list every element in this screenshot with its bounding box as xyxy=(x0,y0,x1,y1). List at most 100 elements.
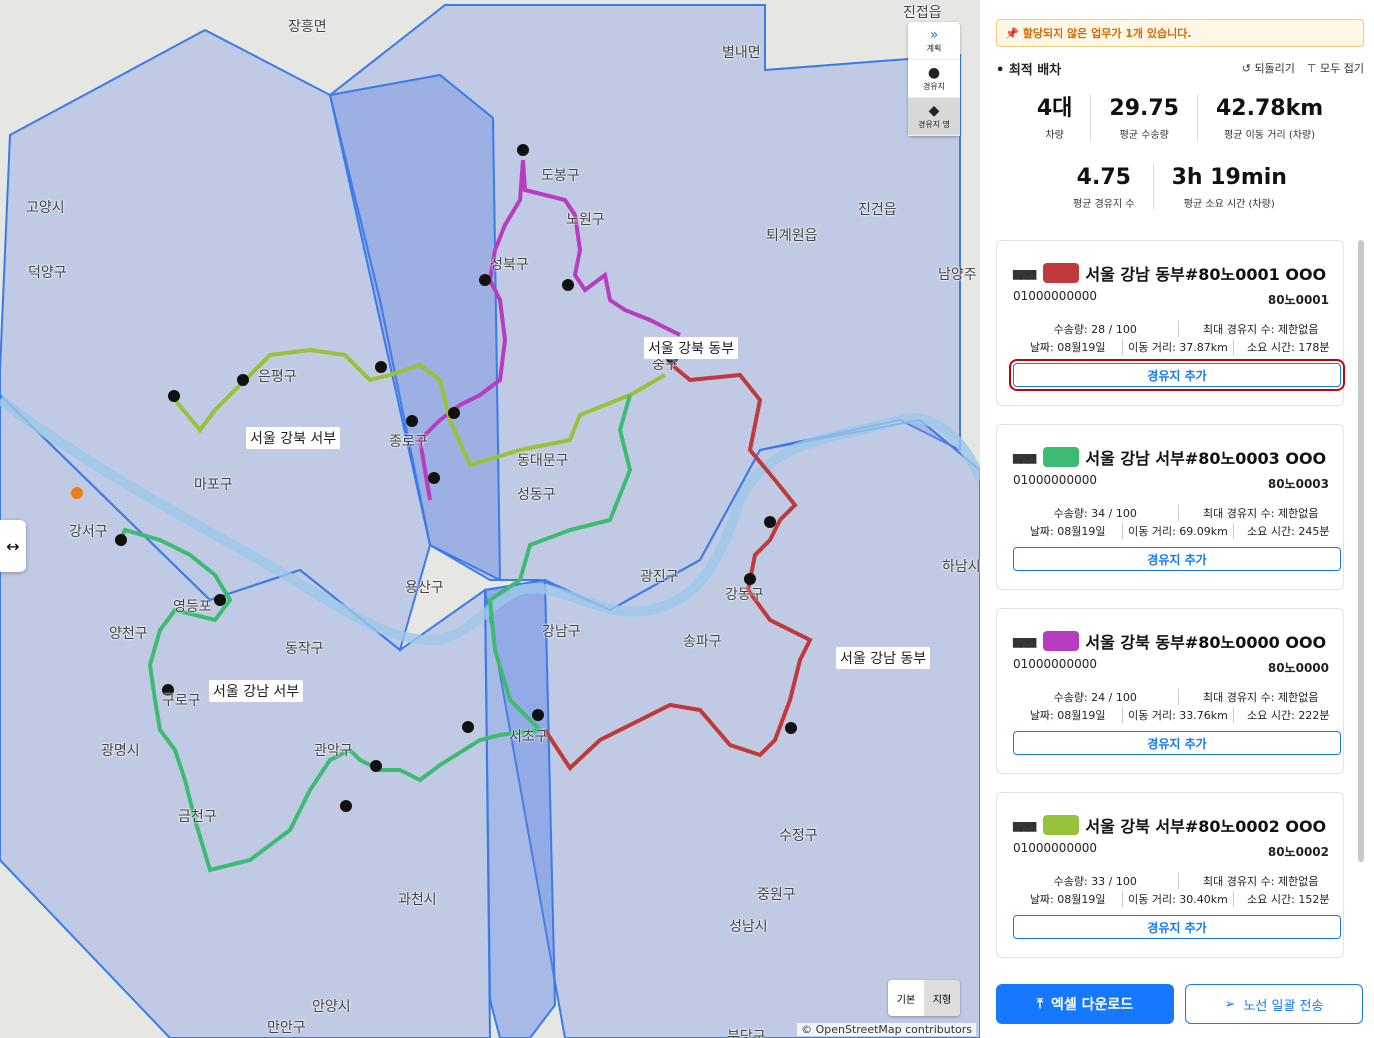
bus-icon: ▆▆▆ xyxy=(1013,634,1036,648)
place-label: 강동구 xyxy=(725,587,764,603)
place-label: 종로구 xyxy=(389,434,428,450)
summary-stats: 4대 차량 29.75 평균 수송량 42.78km 평균 이동 거리 (차량) 4.… xyxy=(996,94,1364,210)
date-info: 날짜: 08월19일 xyxy=(1029,341,1106,354)
stat-vehicles: 4대 차량 xyxy=(1036,96,1073,141)
max-waypoints-info: 최대 경유지 수: 제한없음 xyxy=(1177,321,1344,337)
undo-icon: ↺ xyxy=(1241,62,1251,75)
layer-basic-button[interactable]: 기본 xyxy=(888,980,924,1016)
unassigned-alert: 📌 할당되지 않은 업무가 1개 있습니다. xyxy=(996,19,1364,47)
place-label: 영등포 xyxy=(173,599,212,615)
bus-icon: ▆▆▆ xyxy=(1013,818,1036,832)
region-label: 서울 강북 동부 xyxy=(644,337,739,359)
place-label: 성남시 xyxy=(729,919,768,935)
stat-avg-distance: 42.78km 평균 이동 거리 (차량) xyxy=(1197,94,1341,141)
place-label: 덕양구 xyxy=(28,265,67,281)
add-waypoint-button[interactable]: 경유지 추가 xyxy=(1013,547,1341,571)
route-map[interactable]: 진접읍 장흥면 별내면 고양시 덕양구 도봉구 노원구 성북구 진건읍 퇴계원읍… xyxy=(0,0,980,1038)
vehicle-card[interactable]: ▆▆▆ 서울 강남 동부#80노0001 OOO 01000000000 80노… xyxy=(996,240,1345,406)
place-label: 수정구 xyxy=(779,828,818,844)
plate-number: 80노0003 xyxy=(1267,477,1329,491)
plan-toggle[interactable]: » 계획 xyxy=(908,22,960,60)
revert-button[interactable]: ↺ 되돌리기 xyxy=(1242,60,1295,76)
driver-phone: 01000000000 xyxy=(1013,841,1097,855)
plan-icon: » xyxy=(929,27,939,43)
place-label: 고양시 xyxy=(26,200,65,216)
vehicle-card[interactable]: ▆▆▆ 서울 강북 서부#80노0002 OOO 01000000000 80노… xyxy=(996,792,1344,958)
add-waypoint-button[interactable]: 경유지 추가 xyxy=(1013,731,1341,755)
plate-number: 80노0002 xyxy=(1267,845,1329,859)
map-pin-icon: ● xyxy=(927,65,941,81)
map-attribution[interactable]: © OpenStreetMap contributors xyxy=(797,1023,976,1036)
place-label: 관악구 xyxy=(314,743,353,759)
resize-arrows-icon: ↔ xyxy=(6,536,20,556)
route-color-swatch xyxy=(1043,447,1080,467)
stat-avg-load: 29.75 평균 수송량 xyxy=(1090,94,1197,141)
map-canvas xyxy=(0,0,980,1038)
bus-icon: ▆▆▆ xyxy=(1013,450,1036,464)
time-info: 소요 시간: 245분 xyxy=(1232,523,1343,539)
max-waypoints-info: 최대 경유지 수: 제한없음 xyxy=(1177,505,1344,521)
place-label: 구로구 xyxy=(162,693,201,709)
place-label: 남양주 xyxy=(938,267,977,283)
vehicle-title: 서울 강남 서부#80노0003 OOO xyxy=(1085,449,1327,468)
driver-phone: 01000000000 xyxy=(1013,657,1097,671)
route-color-swatch xyxy=(1043,815,1080,835)
load-info: 수송량: 34 / 100 xyxy=(1053,507,1137,520)
place-label: 만안구 xyxy=(267,1020,306,1036)
map-layer-toggle: 기본 지형 xyxy=(888,980,960,1016)
driver-phone: 01000000000 xyxy=(1013,289,1097,303)
place-label: 강서구 xyxy=(69,524,108,540)
section-title: • 최적 배차 xyxy=(996,62,1062,78)
add-waypoint-button[interactable]: 경유지 추가 xyxy=(1009,359,1345,391)
place-label: 서초구 xyxy=(509,729,548,745)
place-label: 동작구 xyxy=(285,641,324,657)
tag-icon: ◆ xyxy=(928,103,940,119)
waypoint-name-toggle[interactable]: ◆ 경유지 명 xyxy=(908,98,960,136)
vehicle-card[interactable]: ▆▆▆ 서울 강남 서부#80노0003 OOO 01000000000 80노… xyxy=(996,424,1344,590)
header-actions: ↺ 되돌리기 ⊤ 모두 접기 xyxy=(1242,60,1364,76)
time-info: 소요 시간: 222분 xyxy=(1232,707,1343,723)
place-label: 용산구 xyxy=(405,580,444,596)
route-color-swatch xyxy=(1043,263,1080,283)
load-info: 수송량: 28 / 100 xyxy=(1053,323,1137,336)
bus-icon: ▆▆▆ xyxy=(1013,266,1036,280)
bulk-send-button[interactable]: ➢ 노선 일괄 전송 xyxy=(1185,984,1363,1024)
place-label: 성동구 xyxy=(517,487,556,503)
place-label: 장흥면 xyxy=(288,19,327,35)
place-label: 별내면 xyxy=(722,45,761,61)
collapse-icon: ⊤ xyxy=(1306,62,1317,75)
place-label: 동대문구 xyxy=(517,453,569,469)
alert-text: 할당되지 않은 업무가 1개 있습니다. xyxy=(1022,27,1192,40)
place-label: 마포구 xyxy=(194,477,233,493)
list-scrollbar[interactable] xyxy=(1358,240,1364,862)
plate-number: 80노0001 xyxy=(1267,293,1329,307)
date-info: 날짜: 08월19일 xyxy=(1029,709,1106,722)
dispatch-panel: 📌 할당되지 않은 업무가 1개 있습니다. • 최적 배차 ↺ 되돌리기 ⊤ … xyxy=(980,0,1374,1038)
time-info: 소요 시간: 178분 xyxy=(1232,339,1343,355)
max-waypoints-info: 최대 경유지 수: 제한없음 xyxy=(1177,873,1344,889)
driver-phone: 01000000000 xyxy=(1013,473,1097,487)
place-label: 성북구 xyxy=(490,257,529,273)
distance-info: 이동 거리: 30.40km xyxy=(1122,891,1232,907)
place-label: 금천구 xyxy=(178,809,217,825)
place-label: 광명시 xyxy=(101,743,140,759)
panel-resize-handle[interactable]: ↔ xyxy=(0,520,26,572)
waypoint-toggle[interactable]: ● 경유지 xyxy=(908,60,960,98)
excel-download-button[interactable]: ⤒ 엑셀 다운로드 xyxy=(996,984,1174,1024)
layer-terrain-button[interactable]: 지형 xyxy=(924,980,960,1016)
vehicle-title: 서울 강북 서부#80노0002 OOO xyxy=(1085,817,1327,836)
map-toolbar: » 계획 ● 경유지 ◆ 경유지 명 xyxy=(908,22,960,136)
add-waypoint-button[interactable]: 경유지 추가 xyxy=(1013,915,1341,939)
vehicle-list[interactable]: ▆▆▆ 서울 강남 동부#80노0001 OOO 01000000000 80노… xyxy=(996,240,1346,960)
distance-info: 이동 거리: 37.87km xyxy=(1122,339,1232,355)
place-label: 도봉구 xyxy=(541,168,580,184)
date-info: 날짜: 08월19일 xyxy=(1029,893,1106,906)
date-info: 날짜: 08월19일 xyxy=(1029,525,1106,538)
vehicle-title: 서울 강북 동부#80노0000 OOO xyxy=(1085,633,1327,652)
collapse-all-button[interactable]: ⊤ 모두 접기 xyxy=(1307,60,1364,76)
place-label: 양천구 xyxy=(109,626,148,642)
vehicle-card[interactable]: ▆▆▆ 서울 강북 동부#80노0000 OOO 01000000000 80노… xyxy=(996,608,1344,774)
place-label: 진접읍 xyxy=(903,5,942,21)
stat-avg-waypoints: 4.75 평균 경유지 수 xyxy=(1073,165,1135,210)
place-label: 노원구 xyxy=(566,212,605,228)
